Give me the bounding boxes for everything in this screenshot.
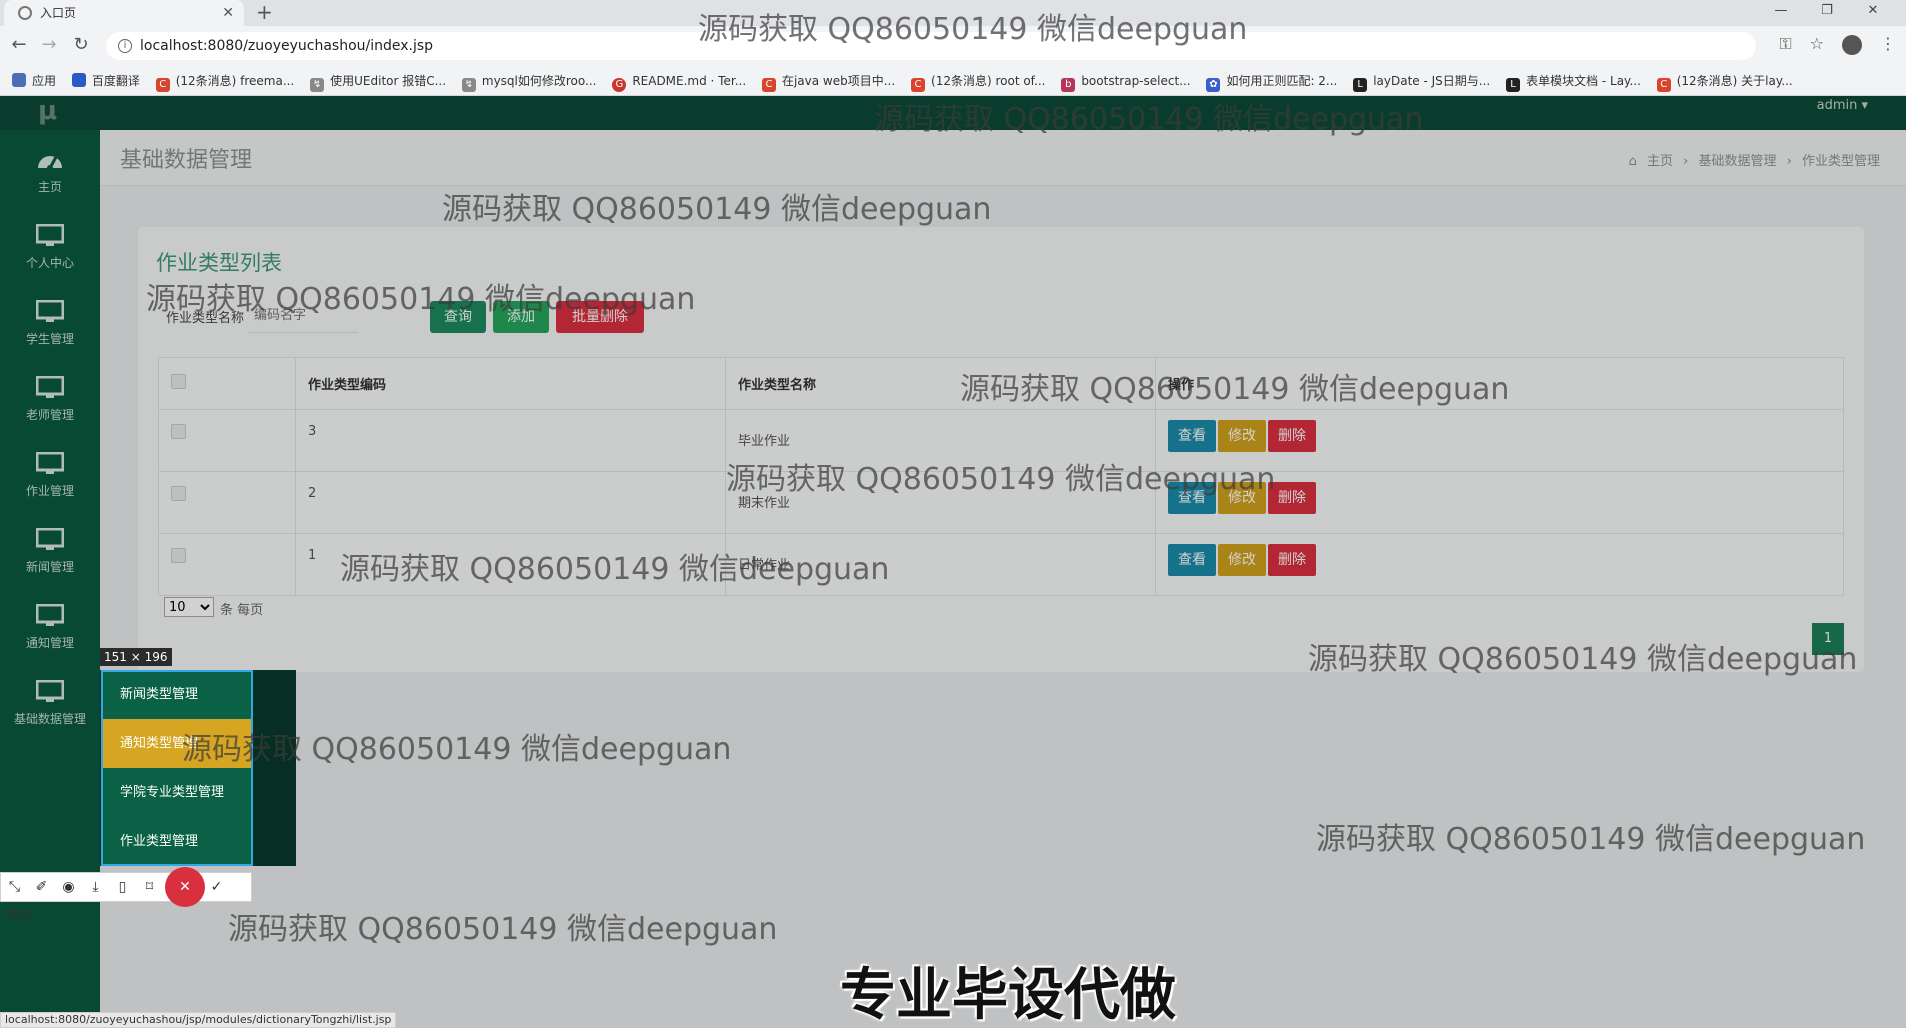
bookmark-item[interactable]: G README.md · Ter... [612,66,746,95]
bookmark-favicon-icon: C [155,78,170,92]
capture-toolbar: ⤡ ✐ ◉ ⤓ ▯ ⌑ ✓完成 ✕ [0,867,252,922]
window-controls: — ❐ ✕ [1758,0,1896,26]
browser-tabbar: 入口页 ✕ + — ❐ ✕ [0,0,1906,26]
url-text: localhost:8080/zuoyeyuchashou/index.jsp [140,38,434,54]
bookmark-favicon-icon [71,73,86,87]
bookmark-item[interactable]: L 表单模块文档 - Lay... [1506,66,1641,95]
bookmark-favicon-icon: ↯ [461,78,476,92]
restore-icon[interactable]: ❐ [1804,0,1850,22]
download-icon[interactable]: ⤓ [82,873,109,901]
record-icon[interactable]: ◉ [55,873,82,901]
check-icon[interactable]: ✓ [203,873,230,901]
bookmark-item[interactable]: C 在java web项目中... [761,66,895,95]
bookmark-favicon-icon: L [1506,78,1521,92]
capture-selection-box[interactable] [101,670,253,866]
bookmark-item[interactable]: ↯ mysql如何修改roo... [461,66,596,95]
bookmark-icon[interactable]: ⌑ [136,873,163,901]
profile-icon[interactable] [1842,34,1862,55]
phone-icon[interactable]: ▯ [109,873,136,901]
bookmark-item[interactable]: C (12条消息) root of... [911,66,1045,95]
bookmark-item[interactable]: C (12条消息) 关于lay... [1656,66,1793,95]
forward-icon[interactable]: → [38,34,60,56]
globe-icon [18,6,32,20]
apps-grid-icon [12,73,26,87]
tab-title: 入口页 [40,6,77,20]
star-icon[interactable]: ☆ [1810,34,1824,53]
bookmark-item[interactable]: ✿ 如何用正则匹配: 2... [1206,66,1337,95]
close-window-icon[interactable]: ✕ [1850,0,1896,22]
bookmark-favicon-icon: L [1353,78,1368,92]
reload-icon[interactable]: ↻ [70,34,92,56]
bookmark-item[interactable]: b bootstrap-select... [1061,66,1191,95]
capture-done-button[interactable]: 完成 [1,901,31,929]
bookmark-item[interactable]: C (12条消息) freema... [155,66,294,95]
minimize-icon[interactable]: — [1758,0,1804,22]
info-icon[interactable]: i [118,39,132,53]
capture-dim-overlay [0,96,1906,1028]
cancel-capture-icon[interactable]: ✕ [165,867,205,907]
crop-icon[interactable]: ⤡ [1,873,28,901]
bookmarks-bar: 应用 百度翻译 C (12条消息) freema... ↯ 使用UEditor 报错… [0,66,1906,96]
bookmark-item[interactable]: ↯ 使用UEditor 报错C... [310,66,446,95]
bookmark-favicon-icon: ↯ [310,78,325,92]
address-bar: ← → ↻ i localhost:8080/zuoyeyuchashou/in… [0,26,1906,66]
video-subtitle: 专业毕设代做 [840,963,1176,1028]
bookmark-favicon-icon: b [1061,78,1076,92]
pin-icon[interactable]: ✐ [28,873,55,901]
menu-dots-icon[interactable]: ⋮ [1880,34,1896,53]
new-tab-button[interactable]: + [256,0,273,24]
bookmark-favicon-icon: C [911,78,926,92]
status-bar-url: localhost:8080/zuoyeyuchashou/jsp/module… [0,1012,397,1028]
bookmark-favicon-icon: C [1656,78,1671,92]
browser-tab[interactable]: 入口页 ✕ [4,0,244,26]
capture-size-label: 151 × 196 [100,648,172,666]
bookmark-item[interactable]: 百度翻译 [71,66,140,95]
back-icon[interactable]: ← [8,34,30,56]
address-actions: ⚿ ☆ ⋮ [1761,34,1896,55]
bookmark-favicon-icon: ✿ [1206,78,1221,92]
bookmark-favicon-icon: G [612,78,627,92]
bookmark-favicon-icon: C [761,78,776,92]
bookmark-item[interactable]: 应用 [12,66,56,95]
key-icon[interactable]: ⚿ [1779,34,1791,54]
bookmark-item[interactable]: LlayDate - JS日期与... [1353,66,1490,95]
url-input[interactable]: i localhost:8080/zuoyeyuchashou/index.js… [106,32,1756,60]
close-icon[interactable]: ✕ [222,0,234,26]
